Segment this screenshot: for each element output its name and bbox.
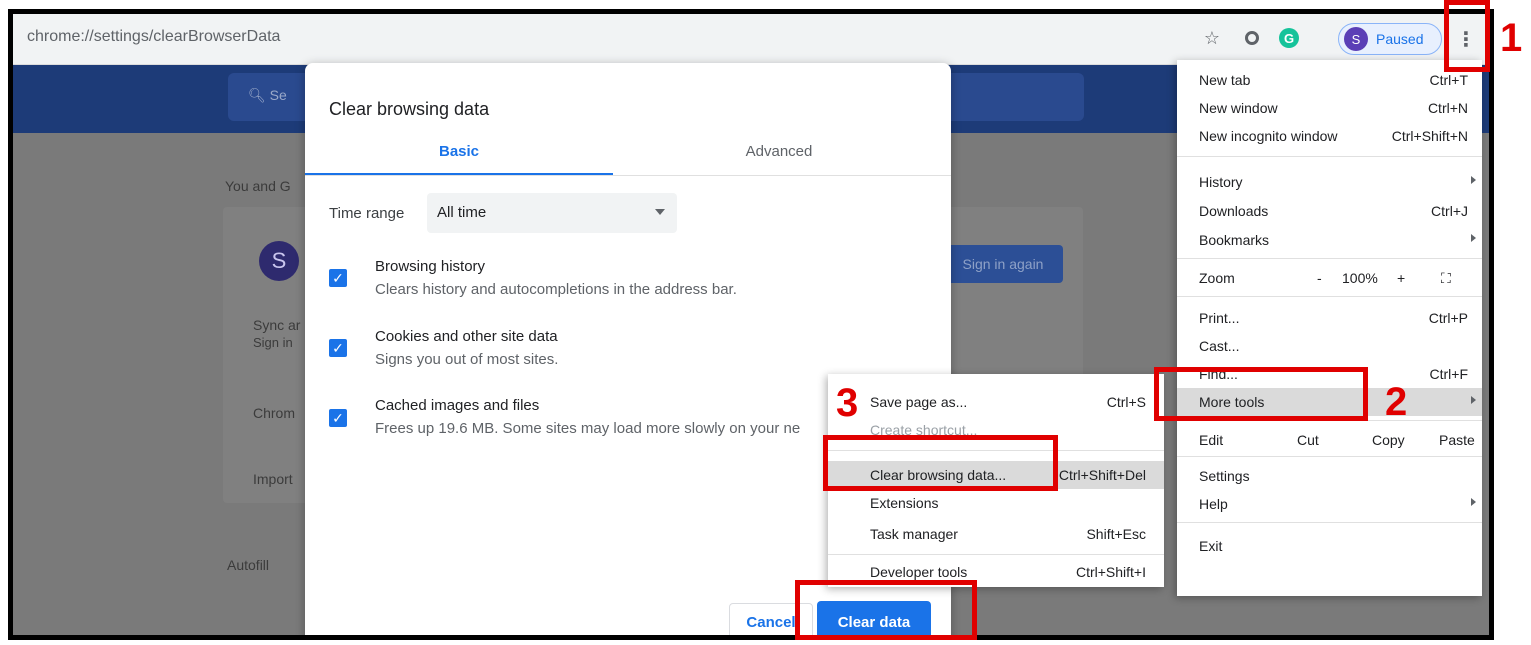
menu-divider — [828, 554, 1164, 555]
submenu-item-extensions[interactable]: Extensions — [828, 489, 1164, 517]
chevron-right-icon — [1471, 396, 1476, 404]
extension-icon[interactable] — [1241, 27, 1263, 49]
menu-item-new-tab[interactable]: New tab Ctrl+T — [1177, 66, 1482, 94]
fullscreen-icon[interactable]: ⛶ — [1441, 270, 1451, 287]
option-title: Browsing history — [375, 258, 486, 275]
option-desc: Frees up 19.6 MB. Some sites may load mo… — [375, 420, 801, 437]
browsing-history-checkbox[interactable]: ✓ — [329, 269, 347, 287]
cookies-checkbox[interactable]: ✓ — [329, 339, 347, 357]
option-desc: Clears history and autocompletions in th… — [375, 281, 737, 298]
menu-item-print[interactable]: Print... Ctrl+P — [1177, 304, 1482, 332]
menu-item-downloads[interactable]: Downloads Ctrl+J — [1177, 197, 1482, 225]
zoom-in-button[interactable]: + — [1397, 270, 1405, 286]
menu-item-cast[interactable]: Cast... — [1177, 332, 1482, 360]
menu-divider — [1177, 258, 1482, 259]
annotation-box-2 — [1154, 367, 1368, 421]
star-icon[interactable]: ☆ — [1201, 27, 1223, 49]
autofill-label: Autofill — [227, 557, 270, 573]
menu-item-settings[interactable]: Settings — [1177, 462, 1482, 490]
menu-item-help[interactable]: Help — [1177, 490, 1482, 518]
chrome-label: Chrom — [253, 405, 296, 421]
time-range-select[interactable]: All time — [427, 193, 677, 233]
sync-label: Sync ar — [253, 317, 301, 333]
menu-divider — [1177, 522, 1482, 523]
menu-divider — [1177, 456, 1482, 457]
search-icon: 🔍︎ — [248, 87, 266, 103]
sign-in-again-button: Sign in again — [943, 245, 1063, 283]
zoom-level: 100% — [1342, 270, 1378, 286]
tab-advanced[interactable]: Advanced — [625, 143, 933, 175]
menu-item-incognito[interactable]: New incognito window Ctrl+Shift+N — [1177, 122, 1482, 150]
time-range-label: Time range — [329, 205, 405, 222]
annotation-box-1 — [1444, 0, 1490, 72]
chevron-right-icon — [1471, 234, 1476, 242]
sync-sub: Sign in — [253, 335, 293, 350]
browser-window: chrome://settings/clearBrowserData ☆ G S… — [8, 9, 1494, 640]
cut-button[interactable]: Cut — [1297, 432, 1319, 448]
chevron-down-icon — [655, 209, 665, 215]
menu-divider — [1177, 156, 1482, 157]
submenu-item-save-page[interactable]: Save page as... Ctrl+S — [828, 388, 1164, 416]
section-you: You and G — [225, 178, 291, 194]
menu-divider — [1177, 296, 1482, 297]
menu-item-new-window[interactable]: New window Ctrl+N — [1177, 94, 1482, 122]
submenu-item-task-manager[interactable]: Task manager Shift+Esc — [828, 520, 1164, 548]
zoom-out-button[interactable]: - — [1317, 270, 1322, 286]
menu-item-bookmarks[interactable]: Bookmarks — [1177, 226, 1482, 254]
profile-status: Paused — [1376, 31, 1424, 47]
copy-button[interactable]: Copy — [1372, 432, 1405, 448]
annotation-step-1: 1 — [1500, 16, 1523, 60]
paste-button[interactable]: Paste — [1439, 432, 1475, 448]
chevron-right-icon — [1471, 498, 1476, 506]
avatar: S — [1344, 27, 1368, 51]
option-title: Cookies and other site data — [375, 328, 558, 345]
option-desc: Signs you out of most sites. — [375, 351, 559, 368]
chevron-right-icon — [1471, 176, 1476, 184]
option-title: Cached images and files — [375, 397, 540, 414]
menu-item-exit[interactable]: Exit — [1177, 532, 1482, 560]
annotation-step-3: 3 — [836, 381, 859, 425]
cached-images-checkbox[interactable]: ✓ — [329, 409, 347, 427]
address-bar[interactable]: chrome://settings/clearBrowserData — [27, 28, 280, 46]
menu-item-zoom: Zoom - 100% + ⛶ — [1199, 270, 1451, 287]
chrome-menu: New tab Ctrl+T New window Ctrl+N New incog… — [1177, 60, 1482, 596]
menu-item-history[interactable]: History — [1177, 168, 1482, 196]
annotation-box-3a — [823, 435, 1058, 491]
grammarly-icon[interactable]: G — [1278, 27, 1300, 49]
avatar: S — [259, 241, 299, 281]
browser-toolbar: chrome://settings/clearBrowserData ☆ G S… — [13, 14, 1489, 65]
menu-item-edit: Edit Cut Copy Paste — [1199, 432, 1475, 448]
profile-button[interactable]: S Paused — [1338, 23, 1442, 55]
tab-basic[interactable]: Basic — [305, 143, 613, 175]
dialog-title: Clear browsing data — [329, 99, 490, 119]
tab-divider — [305, 175, 951, 176]
annotation-box-3b — [795, 580, 977, 640]
import-label: Import — [253, 471, 293, 487]
annotation-step-2: 2 — [1385, 380, 1408, 424]
